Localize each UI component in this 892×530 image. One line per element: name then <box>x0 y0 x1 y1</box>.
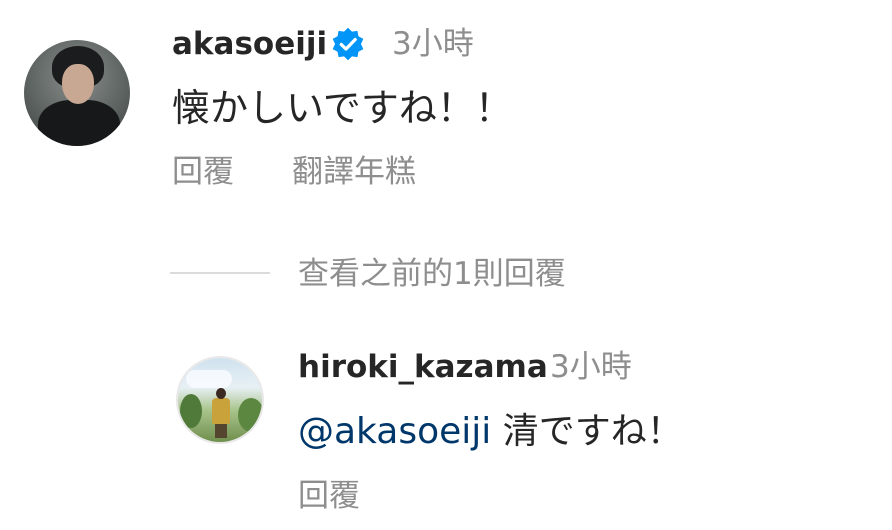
reply-username[interactable]: hiroki_kazama <box>298 345 548 389</box>
verified-badge-icon <box>332 27 364 61</box>
reply-button[interactable]: 回覆 <box>172 150 234 194</box>
comment-timestamp: 3小時 <box>392 26 474 62</box>
comment-text: 懐かしいですね！！ <box>172 86 513 130</box>
comment-username[interactable]: akasoeiji <box>172 22 327 66</box>
mention-link[interactable]: @akasoeiji <box>298 411 491 452</box>
reply-body-text: 清ですね！ <box>491 411 683 452</box>
comment-thread: akasoeiji 3小時 懐かしいですね！！ 回覆 翻譯年糕 查看之前的1則回… <box>0 0 892 530</box>
view-previous-replies-button[interactable]: 查看之前的1則回覆 <box>298 252 566 296</box>
reply-to-reply-button[interactable]: 回覆 <box>298 474 360 518</box>
reply-text: @akasoeiji 清ですね！ <box>298 406 683 458</box>
replies-divider <box>170 272 270 274</box>
reply-avatar[interactable] <box>178 358 262 442</box>
avatar[interactable] <box>24 40 130 146</box>
reply-timestamp: 3小時 <box>550 349 632 385</box>
translate-button[interactable]: 翻譯年糕 <box>292 150 416 194</box>
